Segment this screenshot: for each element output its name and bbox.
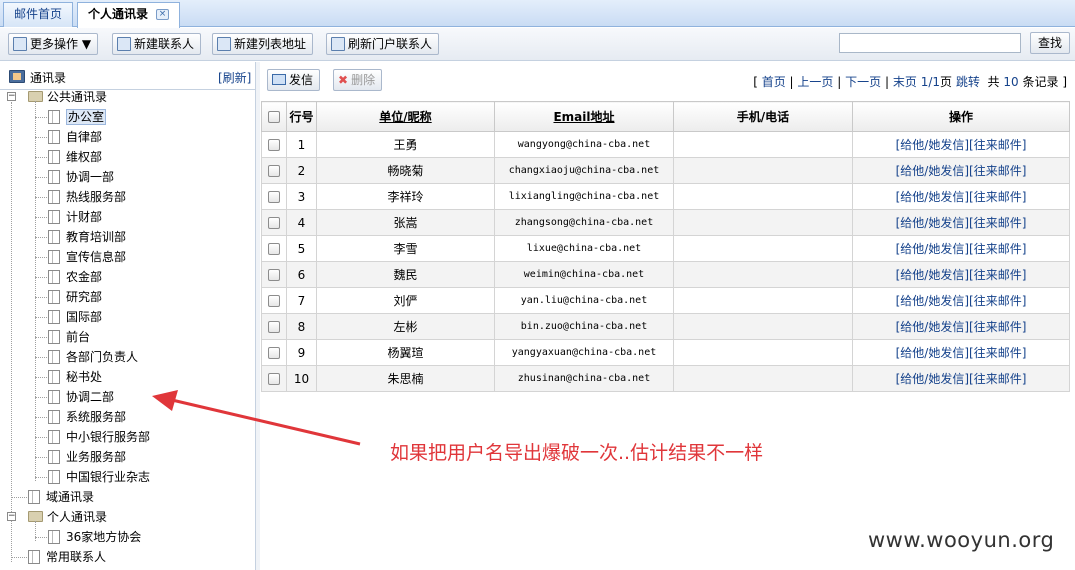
annotation-arrow xyxy=(152,390,361,446)
arrow-shaft xyxy=(171,398,361,446)
arrow-head xyxy=(152,390,178,411)
annotation-text: 如果把用户名导出爆破一次..估计结果不一样 xyxy=(390,442,764,464)
watermark: www.wooyun.org xyxy=(868,528,1055,552)
